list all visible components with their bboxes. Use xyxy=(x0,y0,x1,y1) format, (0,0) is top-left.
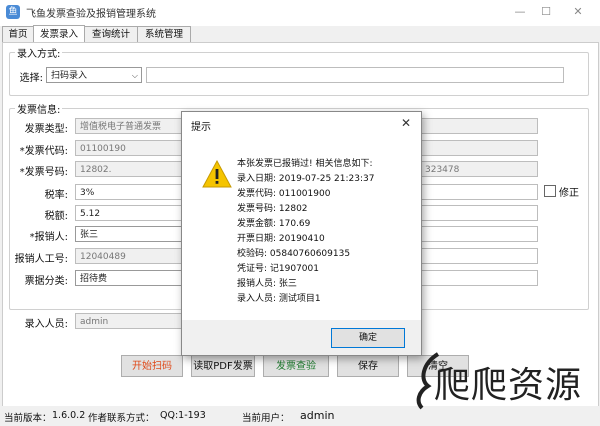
watermark: 爬爬资源 xyxy=(408,350,598,410)
app-fish-icon: 鱼 xyxy=(6,5,20,19)
author-value: QQ:1-193 xyxy=(160,410,206,421)
dialog-message-line: 录入人员: 测试项目1 xyxy=(237,294,321,304)
invoice-code-label: *发票代码: xyxy=(19,146,68,157)
dialog-button-area: 确定 xyxy=(182,320,421,355)
invoice-number-label: *发票号码: xyxy=(19,167,68,178)
voucher-number-field[interactable] xyxy=(420,226,538,242)
buyer-tax-id-field[interactable]: 323478 xyxy=(420,161,538,177)
reimburser-id-field[interactable]: 12040489 xyxy=(75,248,187,264)
duplicate-reimbursement-dialog: 提示 ✕ 本张发票已报销过! 相关信息如下: 录入日期: 2019-07-25 … xyxy=(181,111,422,356)
dialog-close-icon[interactable]: ✕ xyxy=(401,116,411,130)
version-value: 1.6.0.2 xyxy=(52,410,86,421)
check-code-field[interactable] xyxy=(420,140,538,156)
invoice-code-field[interactable]: 01100190 xyxy=(75,140,187,156)
invoice-info-group-label: 发票信息: xyxy=(15,101,63,116)
dialog-message-line: 发票金额: 170.69 xyxy=(237,219,311,229)
tax-amount-field[interactable]: 5.12 xyxy=(75,205,187,221)
dialog-message-line: 校验码: 05840760609135 xyxy=(237,249,351,259)
tax-rate-label: 税率: xyxy=(44,190,68,201)
dialog-title: 提示 xyxy=(191,122,211,133)
remark-field[interactable] xyxy=(420,248,538,264)
entry-method-group-label: 录入方式: xyxy=(15,45,63,60)
reimburser-id-label: 报销人工号: xyxy=(14,254,68,265)
dialog-message-line: 开票日期: 20190410 xyxy=(237,234,325,244)
main-window: 鱼 飞鱼发票查验及报销管理系统 — ☐ ✕ 首页 发票录入 查询统计 系统管理 … xyxy=(0,0,600,426)
invoice-number-field[interactable]: 12802. xyxy=(75,161,187,177)
dialog-message-line: 录入日期: 2019-07-25 21:23:37 xyxy=(237,174,375,184)
entry-person-field[interactable]: admin xyxy=(75,313,187,329)
tab-invoice-entry[interactable]: 发票录入 xyxy=(33,25,85,42)
tab-system-management[interactable]: 系统管理 xyxy=(137,26,191,42)
window-title: 飞鱼发票查验及报销管理系统 xyxy=(26,9,156,20)
dialog-message-line: 本张发票已报销过! 相关信息如下: xyxy=(237,159,373,169)
entry-method-select-value: 扫码录入 xyxy=(51,71,88,81)
scan-code-input[interactable] xyxy=(146,67,564,83)
entry-person-label: 录入人员: xyxy=(24,319,68,330)
invoice-type-label: 发票类型: xyxy=(24,124,68,135)
tab-query-stats[interactable]: 查询统计 xyxy=(84,26,138,42)
dialog-message-line: 发票代码: 011001900 xyxy=(237,189,331,199)
tab-home[interactable]: 首页 xyxy=(2,26,34,42)
category-label: 票据分类: xyxy=(24,276,68,287)
invoice-date-field[interactable] xyxy=(420,118,538,134)
entry-method-select[interactable]: 扫码录入 ⌵ xyxy=(46,67,142,83)
watermark-text: 爬爬资源 xyxy=(434,365,583,406)
author-label: 作者联系方式： xyxy=(88,413,155,424)
reimburser-select[interactable]: 张三 xyxy=(75,226,187,242)
warning-icon xyxy=(202,160,232,188)
reimburser-label: *报销人: xyxy=(29,232,68,243)
close-icon[interactable]: ✕ xyxy=(570,4,586,20)
modify-checkbox[interactable] xyxy=(544,185,556,197)
total-amount-field[interactable] xyxy=(420,205,538,221)
dialog-message-line: 发票号码: 12802 xyxy=(237,204,308,214)
save-button[interactable]: 保存 xyxy=(337,355,399,377)
current-user-label: 当前用户： xyxy=(242,413,290,424)
read-pdf-button[interactable]: 读取PDF发票 xyxy=(191,355,255,377)
category-select[interactable]: 招待费 xyxy=(75,270,187,286)
verify-invoice-button[interactable]: 发票查验 xyxy=(263,355,329,377)
chevron-down-icon: ⌵ xyxy=(131,71,138,80)
dialog-message-line: 报销人员: 张三 xyxy=(237,279,297,289)
select-label: 选择: xyxy=(19,73,43,84)
project-field[interactable] xyxy=(420,270,538,286)
start-scan-button[interactable]: 开始扫码 xyxy=(121,355,183,377)
dialog-message-line: 凭证号: 记1907001 xyxy=(237,264,319,274)
amount-field[interactable] xyxy=(420,184,538,200)
tax-rate-field[interactable]: 3% xyxy=(75,184,187,200)
maximize-icon[interactable]: ☐ xyxy=(538,4,554,20)
modify-label: 修正 xyxy=(559,188,579,199)
version-label: 当前版本： xyxy=(4,413,52,424)
tax-amount-label: 税额: xyxy=(44,211,68,222)
invoice-type-field[interactable]: 增值税电子普通发票 xyxy=(75,118,187,134)
current-user-value: admin xyxy=(300,409,335,422)
dialog-ok-button[interactable]: 确定 xyxy=(331,328,405,348)
minimize-icon[interactable]: — xyxy=(512,4,528,20)
title-bar: 鱼 飞鱼发票查验及报销管理系统 — ☐ ✕ xyxy=(0,0,600,26)
